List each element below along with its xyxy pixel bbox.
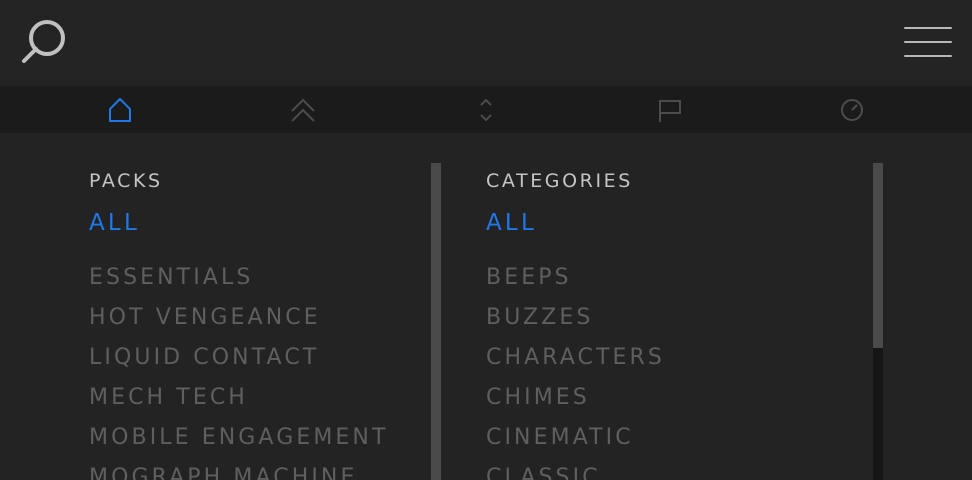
tab-sort[interactable] [446, 86, 526, 133]
tab-home[interactable] [80, 86, 160, 133]
home-icon [109, 98, 131, 122]
clock-icon [841, 99, 863, 121]
menu-button[interactable] [900, 22, 956, 62]
tab-bar [0, 86, 972, 133]
hamburger-line-icon [904, 27, 952, 29]
categories-scrollbar[interactable] [873, 163, 883, 480]
flag-icon [659, 100, 681, 122]
top-bar [0, 0, 972, 86]
categories-scroll-thumb[interactable] [873, 163, 883, 348]
tab-top[interactable] [263, 86, 343, 133]
pack-item-hot-vengeance[interactable]: HOT VENGEANCE [89, 303, 389, 343]
tab-clock[interactable] [812, 86, 892, 133]
packs-all-link[interactable]: ALL [89, 210, 140, 236]
categories-column: CATEGORIES ALL BEEPS BUZZES CHARACTERS C… [441, 133, 883, 480]
packs-scroll-thumb[interactable] [431, 163, 441, 480]
hamburger-line-icon [904, 41, 952, 43]
app-window: PACKS ALL ESSENTIALS HOT VENGEANCE LIQUI… [0, 0, 972, 480]
categories-heading: CATEGORIES [486, 170, 633, 192]
category-item-chimes[interactable]: CHIMES [486, 383, 665, 423]
packs-scrollbar[interactable] [431, 163, 441, 480]
chevrons-up-icon [291, 98, 315, 122]
tab-flag[interactable] [629, 86, 709, 133]
pack-item-essentials[interactable]: ESSENTIALS [89, 263, 389, 303]
search-icon [22, 20, 65, 63]
packs-list: ESSENTIALS HOT VENGEANCE LIQUID CONTACT … [89, 263, 389, 480]
category-item-buzzes[interactable]: BUZZES [486, 303, 665, 343]
categories-all-link[interactable]: ALL [486, 210, 537, 236]
category-item-cinematic[interactable]: CINEMATIC [486, 423, 665, 463]
pack-item-mograph-machine[interactable]: MOGRAPH MACHINE [89, 463, 389, 480]
packs-column: PACKS ALL ESSENTIALS HOT VENGEANCE LIQUI… [0, 133, 441, 480]
pack-item-mech-tech[interactable]: MECH TECH [89, 383, 389, 423]
category-item-characters[interactable]: CHARACTERS [486, 343, 665, 383]
categories-list: BEEPS BUZZES CHARACTERS CHIMES CINEMATIC… [486, 263, 665, 480]
search-button[interactable] [18, 16, 70, 68]
hamburger-line-icon [904, 55, 952, 57]
category-item-classic[interactable]: CLASSIC [486, 463, 665, 480]
pack-item-liquid-contact[interactable]: LIQUID CONTACT [89, 343, 389, 383]
packs-heading: PACKS [89, 170, 163, 192]
category-item-beeps[interactable]: BEEPS [486, 263, 665, 303]
pack-item-mobile-engagement[interactable]: MOBILE ENGAGEMENT [89, 423, 389, 463]
sort-icon [480, 98, 492, 122]
